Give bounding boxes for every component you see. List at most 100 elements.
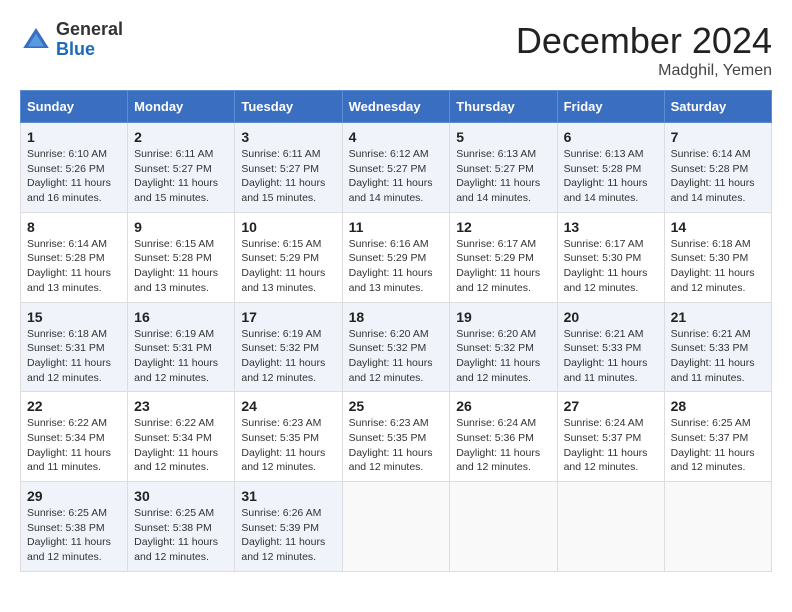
sunrise-label: Sunrise: 6:26 AM (241, 507, 321, 519)
calendar-cell (557, 482, 664, 572)
calendar-cell: 15 Sunrise: 6:18 AM Sunset: 5:31 PM Dayl… (21, 302, 128, 392)
day-number: 30 (134, 488, 228, 504)
day-header-monday: Monday (128, 91, 235, 123)
day-number: 7 (671, 129, 765, 145)
day-header-saturday: Saturday (664, 91, 771, 123)
calendar-cell: 18 Sunrise: 6:20 AM Sunset: 5:32 PM Dayl… (342, 302, 450, 392)
calendar-cell: 3 Sunrise: 6:11 AM Sunset: 5:27 PM Dayli… (235, 123, 342, 213)
calendar-cell: 26 Sunrise: 6:24 AM Sunset: 5:36 PM Dayl… (450, 392, 557, 482)
daylight-label: Daylight: 11 hours and 12 minutes. (349, 357, 433, 384)
calendar-cell (450, 482, 557, 572)
daylight-label: Daylight: 11 hours and 12 minutes. (241, 536, 325, 563)
calendar-week-row: 22 Sunrise: 6:22 AM Sunset: 5:34 PM Dayl… (21, 392, 772, 482)
day-number: 23 (134, 398, 228, 414)
calendar-cell: 9 Sunrise: 6:15 AM Sunset: 5:28 PM Dayli… (128, 212, 235, 302)
daylight-label: Daylight: 11 hours and 12 minutes. (134, 447, 218, 474)
sunset-label: Sunset: 5:37 PM (671, 432, 749, 444)
day-info: Sunrise: 6:25 AM Sunset: 5:38 PM Dayligh… (134, 506, 228, 565)
calendar-cell: 4 Sunrise: 6:12 AM Sunset: 5:27 PM Dayli… (342, 123, 450, 213)
daylight-label: Daylight: 11 hours and 12 minutes. (241, 447, 325, 474)
sunrise-label: Sunrise: 6:15 AM (241, 238, 321, 250)
sunset-label: Sunset: 5:35 PM (241, 432, 319, 444)
day-info: Sunrise: 6:20 AM Sunset: 5:32 PM Dayligh… (349, 327, 444, 386)
sunrise-label: Sunrise: 6:20 AM (456, 328, 536, 340)
day-info: Sunrise: 6:19 AM Sunset: 5:32 PM Dayligh… (241, 327, 335, 386)
calendar-week-row: 8 Sunrise: 6:14 AM Sunset: 5:28 PM Dayli… (21, 212, 772, 302)
daylight-label: Daylight: 11 hours and 12 minutes. (134, 536, 218, 563)
day-number: 17 (241, 309, 335, 325)
calendar-week-row: 29 Sunrise: 6:25 AM Sunset: 5:38 PM Dayl… (21, 482, 772, 572)
sunset-label: Sunset: 5:32 PM (241, 342, 319, 354)
day-number: 9 (134, 219, 228, 235)
page-header: General Blue December 2024 Madghil, Yeme… (20, 20, 772, 80)
sunset-label: Sunset: 5:27 PM (241, 163, 319, 175)
daylight-label: Daylight: 11 hours and 13 minutes. (27, 267, 111, 294)
day-info: Sunrise: 6:14 AM Sunset: 5:28 PM Dayligh… (27, 237, 121, 296)
calendar-cell: 6 Sunrise: 6:13 AM Sunset: 5:28 PM Dayli… (557, 123, 664, 213)
daylight-label: Daylight: 11 hours and 13 minutes. (241, 267, 325, 294)
sunrise-label: Sunrise: 6:15 AM (134, 238, 214, 250)
daylight-label: Daylight: 11 hours and 14 minutes. (564, 177, 648, 204)
calendar-cell: 13 Sunrise: 6:17 AM Sunset: 5:30 PM Dayl… (557, 212, 664, 302)
day-info: Sunrise: 6:11 AM Sunset: 5:27 PM Dayligh… (241, 147, 335, 206)
calendar-cell: 2 Sunrise: 6:11 AM Sunset: 5:27 PM Dayli… (128, 123, 235, 213)
daylight-label: Daylight: 11 hours and 12 minutes. (671, 267, 755, 294)
sunset-label: Sunset: 5:33 PM (564, 342, 642, 354)
sunset-label: Sunset: 5:38 PM (134, 522, 212, 534)
day-number: 6 (564, 129, 658, 145)
sunset-label: Sunset: 5:29 PM (241, 252, 319, 264)
daylight-label: Daylight: 11 hours and 12 minutes. (27, 536, 111, 563)
sunrise-label: Sunrise: 6:14 AM (27, 238, 107, 250)
day-info: Sunrise: 6:17 AM Sunset: 5:29 PM Dayligh… (456, 237, 550, 296)
sunset-label: Sunset: 5:38 PM (27, 522, 105, 534)
sunrise-label: Sunrise: 6:21 AM (671, 328, 751, 340)
sunrise-label: Sunrise: 6:20 AM (349, 328, 429, 340)
calendar-cell: 7 Sunrise: 6:14 AM Sunset: 5:28 PM Dayli… (664, 123, 771, 213)
day-header-wednesday: Wednesday (342, 91, 450, 123)
sunset-label: Sunset: 5:30 PM (564, 252, 642, 264)
daylight-label: Daylight: 11 hours and 12 minutes. (241, 357, 325, 384)
calendar-cell: 22 Sunrise: 6:22 AM Sunset: 5:34 PM Dayl… (21, 392, 128, 482)
day-number: 16 (134, 309, 228, 325)
calendar-cell: 27 Sunrise: 6:24 AM Sunset: 5:37 PM Dayl… (557, 392, 664, 482)
day-number: 25 (349, 398, 444, 414)
daylight-label: Daylight: 11 hours and 12 minutes. (456, 447, 540, 474)
day-info: Sunrise: 6:11 AM Sunset: 5:27 PM Dayligh… (134, 147, 228, 206)
day-number: 20 (564, 309, 658, 325)
day-info: Sunrise: 6:24 AM Sunset: 5:36 PM Dayligh… (456, 416, 550, 475)
calendar-week-row: 1 Sunrise: 6:10 AM Sunset: 5:26 PM Dayli… (21, 123, 772, 213)
day-number: 8 (27, 219, 121, 235)
sunset-label: Sunset: 5:28 PM (27, 252, 105, 264)
day-number: 19 (456, 309, 550, 325)
daylight-label: Daylight: 11 hours and 12 minutes. (564, 267, 648, 294)
calendar-cell: 25 Sunrise: 6:23 AM Sunset: 5:35 PM Dayl… (342, 392, 450, 482)
logo: General Blue (20, 20, 123, 60)
daylight-label: Daylight: 11 hours and 12 minutes. (349, 447, 433, 474)
day-info: Sunrise: 6:25 AM Sunset: 5:37 PM Dayligh… (671, 416, 765, 475)
day-info: Sunrise: 6:18 AM Sunset: 5:31 PM Dayligh… (27, 327, 121, 386)
day-header-friday: Friday (557, 91, 664, 123)
sunrise-label: Sunrise: 6:18 AM (27, 328, 107, 340)
calendar-cell: 20 Sunrise: 6:21 AM Sunset: 5:33 PM Dayl… (557, 302, 664, 392)
daylight-label: Daylight: 11 hours and 11 minutes. (27, 447, 111, 474)
sunrise-label: Sunrise: 6:18 AM (671, 238, 751, 250)
day-info: Sunrise: 6:16 AM Sunset: 5:29 PM Dayligh… (349, 237, 444, 296)
sunrise-label: Sunrise: 6:11 AM (241, 148, 320, 160)
sunrise-label: Sunrise: 6:10 AM (27, 148, 107, 160)
calendar-cell: 16 Sunrise: 6:19 AM Sunset: 5:31 PM Dayl… (128, 302, 235, 392)
day-number: 5 (456, 129, 550, 145)
calendar-cell: 14 Sunrise: 6:18 AM Sunset: 5:30 PM Dayl… (664, 212, 771, 302)
sunrise-label: Sunrise: 6:11 AM (134, 148, 213, 160)
calendar-cell: 10 Sunrise: 6:15 AM Sunset: 5:29 PM Dayl… (235, 212, 342, 302)
day-info: Sunrise: 6:19 AM Sunset: 5:31 PM Dayligh… (134, 327, 228, 386)
sunrise-label: Sunrise: 6:21 AM (564, 328, 644, 340)
day-number: 13 (564, 219, 658, 235)
calendar-cell: 30 Sunrise: 6:25 AM Sunset: 5:38 PM Dayl… (128, 482, 235, 572)
day-number: 2 (134, 129, 228, 145)
sunset-label: Sunset: 5:28 PM (134, 252, 212, 264)
calendar-cell: 23 Sunrise: 6:22 AM Sunset: 5:34 PM Dayl… (128, 392, 235, 482)
sunset-label: Sunset: 5:32 PM (349, 342, 427, 354)
day-info: Sunrise: 6:14 AM Sunset: 5:28 PM Dayligh… (671, 147, 765, 206)
sunset-label: Sunset: 5:31 PM (134, 342, 212, 354)
sunset-label: Sunset: 5:27 PM (456, 163, 534, 175)
